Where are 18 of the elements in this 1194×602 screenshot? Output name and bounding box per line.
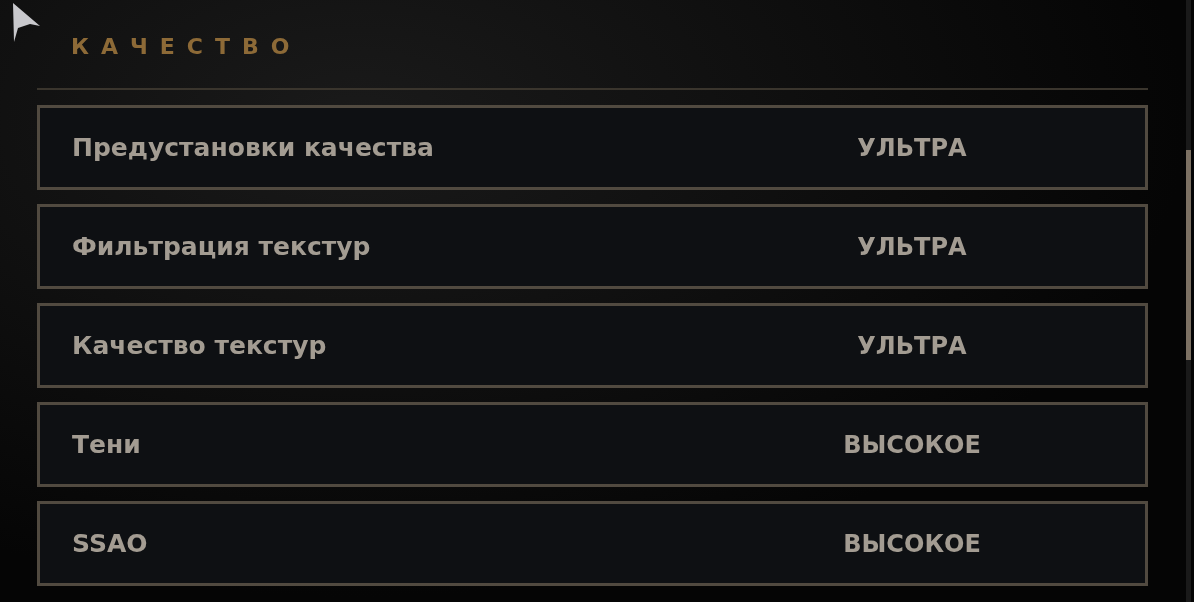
setting-value: УЛЬТРА <box>856 232 968 261</box>
setting-label: Качество текстур <box>72 331 328 360</box>
setting-row[interactable]: Тени ВЫСОКОЕ <box>37 402 1148 487</box>
setting-value: ВЫСОКОЕ <box>842 430 982 459</box>
setting-row[interactable]: Фильтрация текстур УЛЬТРА <box>37 204 1148 289</box>
setting-label: Тени <box>72 430 142 459</box>
setting-label: Фильтрация текстур <box>72 232 372 261</box>
setting-value: ВЫСОКОЕ <box>842 529 982 558</box>
setting-row[interactable]: SSAO ВЫСОКОЕ <box>37 501 1148 586</box>
setting-value: УЛЬТРА <box>856 331 968 360</box>
setting-label: Предустановки качества <box>72 133 435 162</box>
section-title: КАЧЕСТВО <box>71 33 302 59</box>
setting-row[interactable]: Предустановки качества УЛЬТРА <box>37 105 1148 190</box>
setting-value: УЛЬТРА <box>856 133 968 162</box>
setting-label: SSAO <box>72 529 149 558</box>
setting-row[interactable]: Качество текстур УЛЬТРА <box>37 303 1148 388</box>
scrollbar-thumb[interactable] <box>1186 150 1191 360</box>
scrollbar[interactable] <box>1186 0 1191 602</box>
